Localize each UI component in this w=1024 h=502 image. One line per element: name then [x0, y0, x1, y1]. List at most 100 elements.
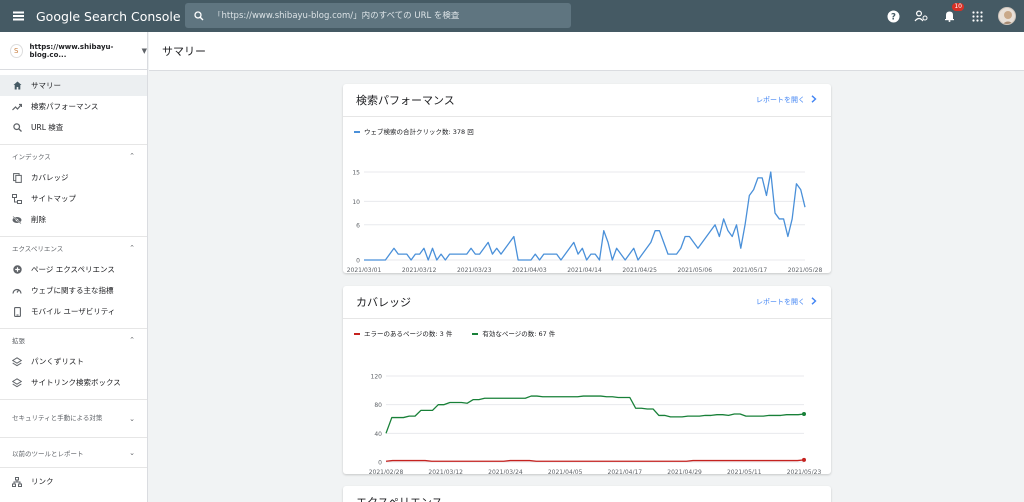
speed-icon: [12, 286, 22, 296]
section-enhancements[interactable]: 拡張 ⌃: [0, 328, 147, 351]
chevron-right-icon: [811, 297, 817, 307]
x-tick-label: 2021/05/11: [727, 469, 762, 474]
x-tick-label: 2021/03/23: [457, 267, 492, 272]
card-title: 検索パフォーマンス: [356, 94, 455, 107]
layers-icon: [12, 377, 22, 388]
coverage-line-chart: 0 40 80 120 2021/02/28 2021/03/12 2021/03/24 20…: [369, 374, 822, 477]
sidebar-item-label: ウェブに関する主な指標: [31, 286, 114, 295]
sidebar-item-label: サイトリンク検索ボックス: [31, 378, 121, 387]
sidebar-item-performance[interactable]: 検索パフォーマンス: [0, 96, 147, 117]
sidebar-item-summary[interactable]: サマリー: [0, 75, 147, 96]
legend-item[interactable]: 有効なページの数: 67 件: [472, 328, 555, 338]
sidebar-item-removals[interactable]: 削除: [0, 209, 147, 230]
sidebar-item-label: 削除: [31, 215, 46, 224]
x-tick-label: 2021/03/01: [347, 267, 382, 272]
section-label: セキュリティと手動による対策: [12, 414, 103, 422]
account-avatar[interactable]: [998, 7, 1016, 25]
property-url: https://www.shibayu-blog.co...: [29, 42, 114, 59]
menu-icon[interactable]: [0, 0, 36, 32]
section-label: インデックス: [12, 153, 51, 161]
help-icon[interactable]: ?: [886, 9, 900, 23]
search-input[interactable]: [213, 10, 571, 21]
sidebar-item-label: パンくずリスト: [31, 357, 84, 366]
x-tick-label: 2021/05/06: [677, 267, 712, 272]
section-label: 以前のツールとレポート: [12, 449, 84, 458]
series-line[interactable]: [364, 171, 806, 261]
sidebar-item-label: 検索パフォーマンス: [31, 102, 99, 111]
app-title[interactable]: Google Search Console: [36, 9, 184, 24]
search-icon: [12, 123, 22, 133]
sidebar-item-links[interactable]: リンク: [0, 467, 147, 495]
open-report-link[interactable]: レポートを開く: [756, 95, 817, 105]
section-label: エクスペリエンス: [12, 245, 64, 253]
sidebar-item-label: URL 検査: [31, 123, 64, 132]
x-tick-label: 2021/05/28: [788, 267, 823, 272]
notification-badge: 10: [952, 3, 964, 11]
y-tick-label: 0: [356, 258, 360, 265]
section-legacy-tools[interactable]: 以前のツールとレポート ⌄: [0, 437, 147, 467]
sidebar-item-breadcrumbs[interactable]: パンくずリスト: [0, 351, 147, 372]
sidebar-item-sitelinks-searchbox[interactable]: サイトリンク検索ボックス: [0, 372, 147, 393]
apps-grid-icon[interactable]: [970, 9, 984, 23]
y-tick-label: 6: [356, 222, 360, 229]
y-tick-label: 120: [371, 374, 383, 381]
top-app-bar: Google Search Console ? 10: [0, 0, 1024, 32]
series-line[interactable]: [385, 459, 805, 462]
sidebar-item-label: モバイル ユーザビリティ: [31, 307, 116, 316]
x-tick-label: 2021/02/28: [369, 469, 404, 474]
series-end-point[interactable]: [802, 411, 806, 416]
experience-card: エクスペリエンス: [343, 486, 831, 502]
x-tick-label: 2021/03/24: [488, 469, 523, 474]
page-title: サマリー: [149, 32, 1024, 71]
open-report-label: レポートを開く: [756, 96, 805, 104]
clicks-line-chart: 0 6 10 15 2021/03/01 2021/03/12 2021/03/23 2021…: [347, 170, 823, 275]
legend-item[interactable]: エラーのあるページの数: 3 件: [354, 328, 452, 338]
property-selector[interactable]: S https://www.shibayu-blog.co... ▼: [0, 32, 147, 70]
section-experience[interactable]: エクスペリエンス ⌃: [0, 236, 147, 259]
sidebar-item-sitemaps[interactable]: サイトマップ: [0, 188, 147, 209]
x-tick-label: 2021/04/29: [667, 469, 702, 474]
chart-legend: ウェブ検索の合計クリック数: 378 回: [343, 117, 831, 136]
layers-icon: [12, 356, 22, 367]
sidebar-item-label: カバレッジ: [31, 173, 69, 182]
sidebar-item-page-experience[interactable]: ページ エクスペリエンス: [0, 259, 147, 280]
file-copy-icon: [12, 172, 22, 183]
search-icon: [185, 10, 213, 21]
y-tick-label: 15: [352, 170, 360, 177]
smartphone-icon: [12, 306, 22, 317]
svg-text:?: ?: [891, 12, 896, 22]
notifications-icon[interactable]: 10: [942, 3, 964, 23]
sidebar-item-label: リンク: [31, 477, 54, 486]
home-icon: [12, 81, 22, 91]
sidebar-item-url-inspection[interactable]: URL 検査: [0, 117, 147, 138]
series-line[interactable]: [385, 395, 805, 434]
sidebar-item-coverage[interactable]: カバレッジ: [0, 167, 147, 188]
y-tick-label: 80: [374, 402, 382, 409]
performance-card: 検索パフォーマンス レポートを開く ウェブ検索の合計クリック数: 378 回 0…: [343, 84, 831, 275]
x-tick-label: 2021/03/12: [428, 469, 463, 474]
open-report-label: レポートを開く: [756, 298, 805, 306]
chevron-up-icon: ⌃: [129, 244, 135, 252]
section-security[interactable]: セキュリティと手動による対策 ⌄: [0, 399, 147, 437]
chevron-right-icon: [811, 95, 817, 105]
legend-item[interactable]: ウェブ検索の合計クリック数: 378 回: [354, 126, 474, 136]
x-tick-label: 2021/04/17: [608, 469, 643, 474]
sidebar-item-core-web-vitals[interactable]: ウェブに関する主な指標: [0, 280, 147, 301]
series-end-point[interactable]: [802, 457, 806, 462]
add-circle-icon: [12, 265, 22, 275]
section-label: 拡張: [12, 337, 25, 345]
trending-up-icon: [12, 102, 22, 112]
url-inspection-search[interactable]: [185, 3, 571, 28]
open-report-link[interactable]: レポートを開く: [756, 297, 817, 307]
dropdown-caret-icon: ▼: [141, 46, 147, 55]
visibility-off-icon: [12, 215, 22, 225]
sidebar-item-mobile-usability[interactable]: モバイル ユーザビリティ: [0, 301, 147, 322]
chevron-down-icon: ⌄: [129, 448, 135, 457]
manage-users-icon[interactable]: [914, 9, 928, 23]
x-tick-label: 2021/04/14: [567, 267, 602, 272]
y-tick-label: 0: [378, 460, 382, 467]
x-tick-label: 2021/04/03: [512, 267, 547, 272]
chevron-up-icon: ⌃: [129, 336, 135, 344]
card-title: カバレッジ: [356, 296, 411, 309]
section-index[interactable]: インデックス ⌃: [0, 144, 147, 167]
